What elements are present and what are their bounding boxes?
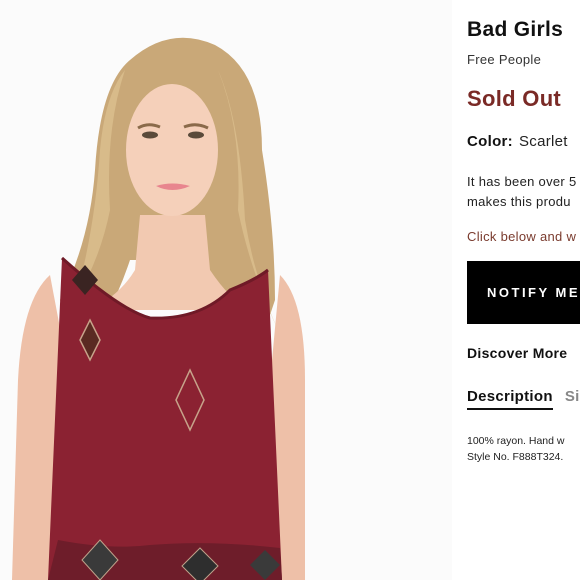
notify-me-button[interactable]: NOTIFY ME [467, 261, 580, 324]
sold-out-status: Sold Out [467, 86, 562, 111]
info-tabs: Description Si [467, 388, 580, 410]
description-line-1: 100% rayon. Hand w [467, 435, 565, 447]
tab-size[interactable]: Si [565, 388, 580, 410]
restock-notice-line-2: makes this produ [467, 194, 571, 209]
product-details-panel: Bad Girls Free People Sold Out Color: Sca… [467, 0, 580, 580]
brand-link[interactable]: Free People [467, 52, 541, 67]
product-image[interactable] [0, 0, 452, 580]
description-line-2: Style No. F888T324. [467, 451, 564, 463]
tab-description[interactable]: Description [467, 388, 553, 410]
color-selector: Color: Scarlet [467, 133, 568, 150]
notify-prompt: Click below and w [467, 229, 577, 244]
color-value: Scarlet [518, 133, 568, 150]
product-title: Bad Girls [467, 18, 564, 41]
restock-notice-line-1: It has been over 5 [467, 174, 577, 189]
discover-more-link[interactable]: Discover More [467, 345, 567, 361]
color-label: Color: [467, 133, 513, 150]
